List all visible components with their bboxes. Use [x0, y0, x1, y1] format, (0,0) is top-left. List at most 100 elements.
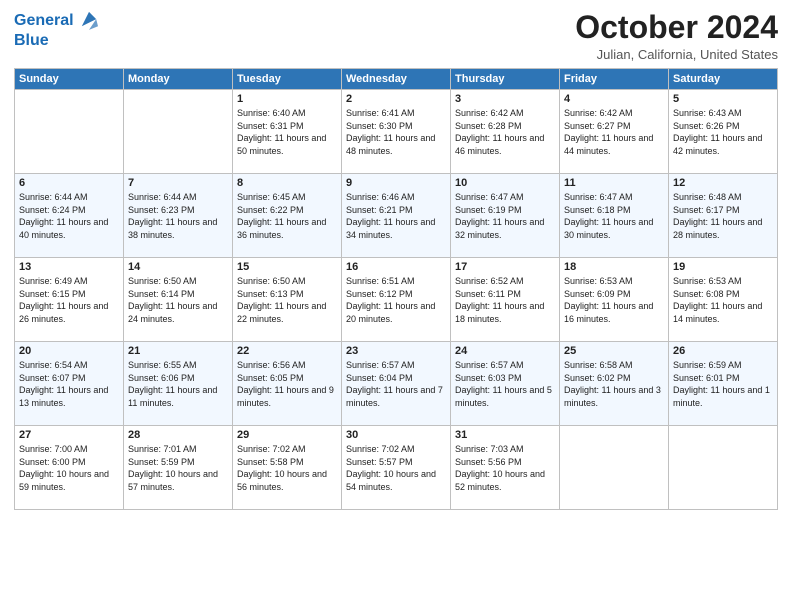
- calendar-cell: [669, 426, 778, 510]
- calendar-header-row: SundayMondayTuesdayWednesdayThursdayFrid…: [15, 69, 778, 90]
- calendar-cell: 21 Sunrise: 6:55 AM Sunset: 6:06 PM Dayli…: [124, 342, 233, 426]
- day-number: 19: [673, 261, 773, 273]
- col-header-friday: Friday: [560, 69, 669, 90]
- calendar-cell: 19 Sunrise: 6:53 AM Sunset: 6:08 PM Dayli…: [669, 258, 778, 342]
- calendar-cell: 20 Sunrise: 6:54 AM Sunset: 6:07 PM Dayli…: [15, 342, 124, 426]
- day-number: 10: [455, 177, 555, 189]
- day-number: 21: [128, 345, 228, 357]
- logo-general: General: [14, 10, 98, 32]
- calendar-cell: 31 Sunrise: 7:03 AM Sunset: 5:56 PM Dayli…: [451, 426, 560, 510]
- day-number: 15: [237, 261, 337, 273]
- calendar-cell: 9 Sunrise: 6:46 AM Sunset: 6:21 PM Daylig…: [342, 174, 451, 258]
- calendar-cell: 23Sunrise: 6:57 AM Sunset: 6:04 PM Dayli…: [342, 342, 451, 426]
- col-header-sunday: Sunday: [15, 69, 124, 90]
- calendar-cell: 4 Sunrise: 6:42 AM Sunset: 6:27 PM Daylig…: [560, 90, 669, 174]
- col-header-monday: Monday: [124, 69, 233, 90]
- cell-info: Sunrise: 6:43 AM Sunset: 6:26 PM Dayligh…: [673, 107, 773, 157]
- day-number: 3: [455, 93, 555, 105]
- calendar-cell: 3 Sunrise: 6:42 AM Sunset: 6:28 PM Daylig…: [451, 90, 560, 174]
- calendar-cell: 16Sunrise: 6:51 AM Sunset: 6:12 PM Dayli…: [342, 258, 451, 342]
- cell-info: Sunrise: 6:56 AM Sunset: 6:05 PM Dayligh…: [237, 359, 337, 409]
- calendar-table: SundayMondayTuesdayWednesdayThursdayFrid…: [14, 68, 778, 510]
- day-number: 25: [564, 345, 664, 357]
- day-number: 28: [128, 429, 228, 441]
- calendar-cell: 17Sunrise: 6:52 AM Sunset: 6:11 PM Dayli…: [451, 258, 560, 342]
- cell-info: Sunrise: 6:55 AM Sunset: 6:06 PM Dayligh…: [128, 359, 228, 409]
- calendar-cell: 8Sunrise: 6:45 AM Sunset: 6:22 PM Daylig…: [233, 174, 342, 258]
- cell-info: Sunrise: 7:01 AM Sunset: 5:59 PM Dayligh…: [128, 443, 228, 493]
- page-header: General Blue October 2024 Julian, Califo…: [14, 10, 778, 62]
- day-number: 23: [346, 345, 446, 357]
- month-title: October 2024: [575, 10, 778, 45]
- cell-info: Sunrise: 6:48 AM Sunset: 6:17 PM Dayligh…: [673, 191, 773, 241]
- col-header-saturday: Saturday: [669, 69, 778, 90]
- day-number: 12: [673, 177, 773, 189]
- cell-info: Sunrise: 6:59 AM Sunset: 6:01 PM Dayligh…: [673, 359, 773, 409]
- cell-info: Sunrise: 6:44 AM Sunset: 6:24 PM Dayligh…: [19, 191, 119, 241]
- cell-info: Sunrise: 6:41 AM Sunset: 6:30 PM Dayligh…: [346, 107, 446, 157]
- calendar-week-row: 13Sunrise: 6:49 AM Sunset: 6:15 PM Dayli…: [15, 258, 778, 342]
- calendar-cell: 15 Sunrise: 6:50 AM Sunset: 6:13 PM Dayli…: [233, 258, 342, 342]
- day-number: 22: [237, 345, 337, 357]
- cell-info: Sunrise: 7:00 AM Sunset: 6:00 PM Dayligh…: [19, 443, 119, 493]
- logo: General Blue: [14, 10, 98, 50]
- cell-info: Sunrise: 6:46 AM Sunset: 6:21 PM Dayligh…: [346, 191, 446, 241]
- day-number: 7: [128, 177, 228, 189]
- location-label: Julian, California, United States: [575, 47, 778, 62]
- calendar-cell: [15, 90, 124, 174]
- calendar-week-row: 1 Sunrise: 6:40 AM Sunset: 6:31 PM Daylig…: [15, 90, 778, 174]
- cell-info: Sunrise: 6:49 AM Sunset: 6:15 PM Dayligh…: [19, 275, 119, 325]
- day-number: 4: [564, 93, 664, 105]
- calendar-cell: [124, 90, 233, 174]
- calendar-cell: 25 Sunrise: 6:58 AM Sunset: 6:02 PM Dayli…: [560, 342, 669, 426]
- day-number: 6: [19, 177, 119, 189]
- cell-info: Sunrise: 6:53 AM Sunset: 6:09 PM Dayligh…: [564, 275, 664, 325]
- day-number: 18: [564, 261, 664, 273]
- calendar-cell: 11 Sunrise: 6:47 AM Sunset: 6:18 PM Dayli…: [560, 174, 669, 258]
- cell-info: Sunrise: 6:54 AM Sunset: 6:07 PM Dayligh…: [19, 359, 119, 409]
- day-number: 20: [19, 345, 119, 357]
- cell-info: Sunrise: 6:50 AM Sunset: 6:13 PM Dayligh…: [237, 275, 337, 325]
- cell-info: Sunrise: 7:02 AM Sunset: 5:58 PM Dayligh…: [237, 443, 337, 493]
- calendar-week-row: 27 Sunrise: 7:00 AM Sunset: 6:00 PM Dayli…: [15, 426, 778, 510]
- calendar-cell: 10 Sunrise: 6:47 AM Sunset: 6:19 PM Dayli…: [451, 174, 560, 258]
- day-number: 1: [237, 93, 337, 105]
- calendar-cell: 30Sunrise: 7:02 AM Sunset: 5:57 PM Dayli…: [342, 426, 451, 510]
- cell-info: Sunrise: 6:42 AM Sunset: 6:27 PM Dayligh…: [564, 107, 664, 157]
- day-number: 9: [346, 177, 446, 189]
- calendar-cell: 12 Sunrise: 6:48 AM Sunset: 6:17 PM Dayli…: [669, 174, 778, 258]
- cell-info: Sunrise: 6:53 AM Sunset: 6:08 PM Dayligh…: [673, 275, 773, 325]
- cell-info: Sunrise: 6:40 AM Sunset: 6:31 PM Dayligh…: [237, 107, 337, 157]
- calendar-cell: 5 Sunrise: 6:43 AM Sunset: 6:26 PM Daylig…: [669, 90, 778, 174]
- calendar-cell: 27 Sunrise: 7:00 AM Sunset: 6:00 PM Dayli…: [15, 426, 124, 510]
- day-number: 27: [19, 429, 119, 441]
- cell-info: Sunrise: 6:42 AM Sunset: 6:28 PM Dayligh…: [455, 107, 555, 157]
- day-number: 17: [455, 261, 555, 273]
- calendar-week-row: 6 Sunrise: 6:44 AM Sunset: 6:24 PM Daylig…: [15, 174, 778, 258]
- day-number: 14: [128, 261, 228, 273]
- day-number: 24: [455, 345, 555, 357]
- day-number: 11: [564, 177, 664, 189]
- cell-info: Sunrise: 6:44 AM Sunset: 6:23 PM Dayligh…: [128, 191, 228, 241]
- day-number: 2: [346, 93, 446, 105]
- cell-info: Sunrise: 6:45 AM Sunset: 6:22 PM Dayligh…: [237, 191, 337, 241]
- day-number: 29: [237, 429, 337, 441]
- calendar-cell: 26 Sunrise: 6:59 AM Sunset: 6:01 PM Dayli…: [669, 342, 778, 426]
- day-number: 26: [673, 345, 773, 357]
- cell-info: Sunrise: 7:02 AM Sunset: 5:57 PM Dayligh…: [346, 443, 446, 493]
- day-number: 31: [455, 429, 555, 441]
- calendar-cell: [560, 426, 669, 510]
- cell-info: Sunrise: 7:03 AM Sunset: 5:56 PM Dayligh…: [455, 443, 555, 493]
- calendar-cell: 29 Sunrise: 7:02 AM Sunset: 5:58 PM Dayli…: [233, 426, 342, 510]
- calendar-week-row: 20 Sunrise: 6:54 AM Sunset: 6:07 PM Dayli…: [15, 342, 778, 426]
- logo-blue: Blue: [14, 32, 49, 50]
- cell-info: Sunrise: 6:47 AM Sunset: 6:18 PM Dayligh…: [564, 191, 664, 241]
- cell-info: Sunrise: 6:58 AM Sunset: 6:02 PM Dayligh…: [564, 359, 664, 409]
- calendar-cell: 14Sunrise: 6:50 AM Sunset: 6:14 PM Dayli…: [124, 258, 233, 342]
- cell-info: Sunrise: 6:47 AM Sunset: 6:19 PM Dayligh…: [455, 191, 555, 241]
- calendar-cell: 7 Sunrise: 6:44 AM Sunset: 6:23 PM Daylig…: [124, 174, 233, 258]
- logo-icon: [80, 10, 98, 30]
- col-header-thursday: Thursday: [451, 69, 560, 90]
- calendar-cell: 28 Sunrise: 7:01 AM Sunset: 5:59 PM Dayli…: [124, 426, 233, 510]
- day-number: 5: [673, 93, 773, 105]
